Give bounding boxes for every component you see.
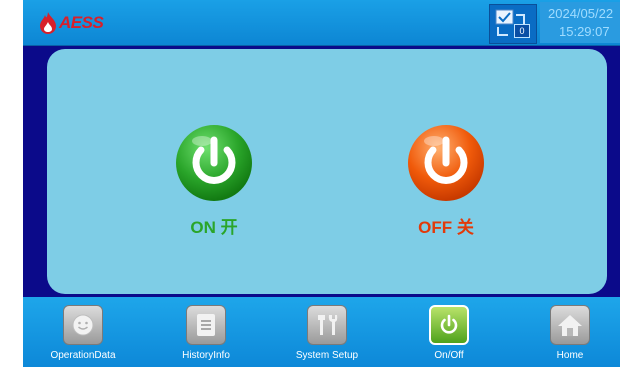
smiley-icon bbox=[63, 305, 103, 345]
date-text: 2024/05/22 bbox=[548, 6, 614, 21]
logo-text: AESS bbox=[59, 13, 104, 32]
hmi-screen: AESS 0 2024/05/22 15:29:07 ON 开 OFF 关 Op… bbox=[23, 0, 620, 367]
nav-label: System Setup bbox=[295, 350, 359, 361]
home-icon bbox=[550, 305, 590, 345]
power-on-button[interactable] bbox=[174, 123, 254, 203]
bottom-nav: OperationData HistoryInfo System Setup O… bbox=[23, 297, 620, 367]
power-icon bbox=[429, 305, 469, 345]
power-off-icon bbox=[408, 125, 484, 201]
nav-label: On/Off bbox=[434, 350, 464, 361]
tools-icon bbox=[307, 305, 347, 345]
control-panel: ON 开 OFF 关 bbox=[47, 49, 607, 294]
nav-label: OperationData bbox=[50, 350, 116, 361]
on-label: ON 开 bbox=[190, 218, 238, 237]
nav-label: HistoryInfo bbox=[182, 350, 230, 361]
nav-label: Home bbox=[556, 350, 584, 361]
power-on-icon bbox=[176, 125, 252, 201]
nav-operation-data[interactable]: OperationData bbox=[33, 305, 133, 361]
network-status[interactable]: 0 bbox=[489, 4, 537, 44]
flame-icon bbox=[40, 12, 56, 34]
datetime-display: 2024/05/22 15:29:07 bbox=[540, 2, 620, 43]
brand-logo: AESS bbox=[39, 9, 104, 37]
header-bar: AESS 0 2024/05/22 15:29:07 bbox=[23, 0, 620, 46]
nav-history-info[interactable]: HistoryInfo bbox=[156, 305, 256, 361]
nav-home[interactable]: Home bbox=[520, 305, 620, 361]
document-icon bbox=[186, 305, 226, 345]
time-text: 15:29:07 bbox=[559, 24, 610, 39]
nav-on-off[interactable]: On/Off bbox=[399, 305, 499, 361]
network-count: 0 bbox=[514, 24, 530, 38]
nav-system-setup[interactable]: System Setup bbox=[277, 305, 377, 361]
power-off-button[interactable] bbox=[406, 123, 486, 203]
off-label: OFF 关 bbox=[418, 218, 474, 237]
